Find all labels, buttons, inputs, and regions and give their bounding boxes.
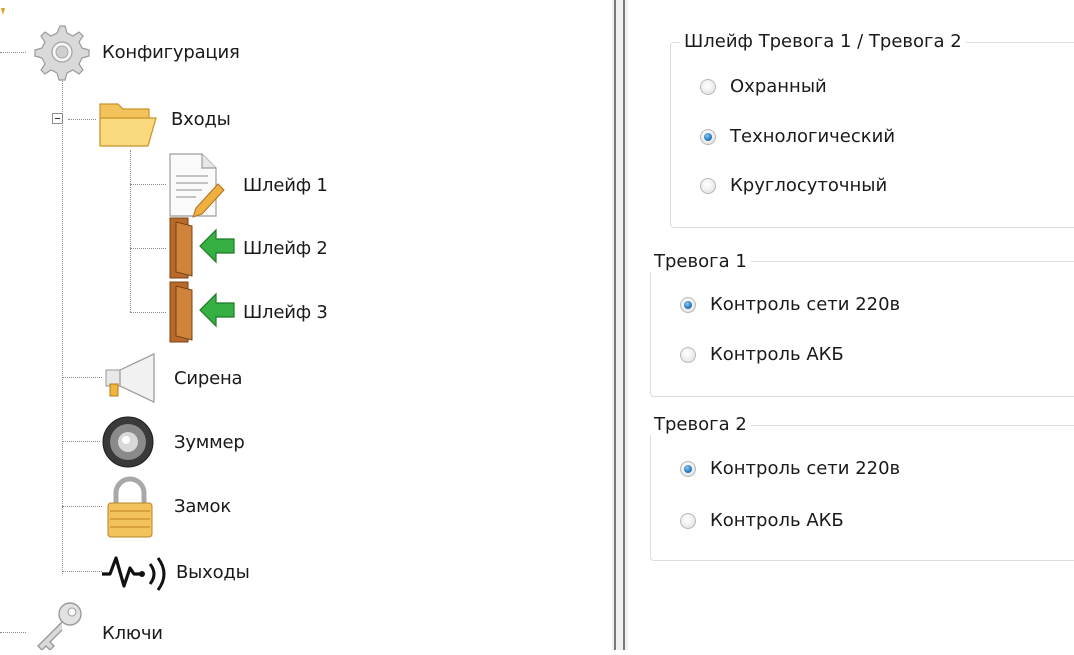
tree-item-loop-3[interactable]: Шлейф 3 [243, 302, 328, 323]
splitter-edge [614, 0, 616, 650]
folder-open-icon [96, 96, 162, 155]
tree-item-lock[interactable]: Замок [174, 496, 231, 517]
tree-connector [62, 571, 102, 572]
radio-button[interactable] [700, 78, 716, 95]
tree-item-loop-1[interactable]: Шлейф 1 [243, 175, 328, 196]
speaker-icon [100, 414, 158, 475]
tree-item-keys[interactable]: Ключи [102, 623, 163, 644]
tree-connector [0, 632, 26, 633]
tree-item-inputs[interactable]: Входы [171, 109, 231, 130]
radio-button[interactable] [680, 512, 696, 529]
tree-connector [130, 184, 166, 185]
settings-panel: Шлейф Тревога 1 / Тревога 2 Охранный Тех… [628, 0, 1074, 650]
tree-connector [130, 312, 166, 313]
radio-alarm1-battery-control[interactable]: Контроль АКБ [680, 344, 844, 365]
radio-alarm1-mains-control[interactable]: Контроль сети 220в [680, 294, 900, 315]
corner-mark [0, 0, 6, 15]
radio-security[interactable]: Охранный [700, 76, 827, 97]
radio-technological[interactable]: Технологический [700, 126, 895, 147]
signal-wave-icon [100, 552, 172, 597]
radio-button[interactable] [700, 177, 716, 194]
megaphone-icon [102, 350, 162, 411]
tree-item-siren[interactable]: Сирена [174, 368, 243, 389]
padlock-icon [104, 475, 156, 546]
alarm1-group-title: Тревога 1 [650, 251, 751, 272]
radio-alarm2-battery-control[interactable]: Контроль АКБ [680, 510, 844, 531]
gear-icon [26, 22, 94, 87]
key-icon [26, 600, 90, 655]
radio-button[interactable] [700, 128, 716, 145]
document-edit-icon [166, 150, 228, 225]
door-arrow-icon [166, 216, 238, 285]
alarm1-group [650, 261, 1074, 397]
radio-button[interactable] [680, 296, 696, 313]
tree-connector [62, 441, 100, 442]
radio-alarm2-mains-control[interactable]: Контроль сети 220в [680, 458, 900, 479]
tree-connector [62, 506, 102, 507]
alarm2-group-title: Тревога 2 [650, 414, 751, 435]
loop-mode-group-title: Шлейф Тревога 1 / Тревога 2 [680, 31, 966, 52]
radio-round-the-clock[interactable]: Круглосуточный [700, 175, 887, 196]
tree-connector [62, 377, 102, 378]
tree-item-outputs[interactable]: Выходы [176, 562, 250, 583]
tree-item-buzzer[interactable]: Зуммер [174, 432, 245, 453]
radio-button[interactable] [680, 346, 696, 363]
tree-connector [0, 52, 26, 53]
tree-connector [130, 150, 131, 312]
tree-connector [68, 119, 96, 120]
tree-item-configuration[interactable]: Конфигурация [102, 42, 240, 63]
collapse-toggle[interactable] [52, 113, 63, 124]
splitter-edge [623, 0, 625, 650]
configuration-tree[interactable]: Конфигурация Входы Шлейф 1 Шлейф 2 Шлейф… [0, 0, 612, 651]
door-arrow-icon [166, 280, 238, 349]
tree-connector [62, 74, 63, 574]
tree-item-loop-2[interactable]: Шлейф 2 [243, 238, 328, 259]
alarm2-group [650, 425, 1074, 561]
panel-splitter[interactable] [612, 0, 628, 650]
radio-button[interactable] [680, 460, 696, 477]
tree-connector [130, 248, 166, 249]
